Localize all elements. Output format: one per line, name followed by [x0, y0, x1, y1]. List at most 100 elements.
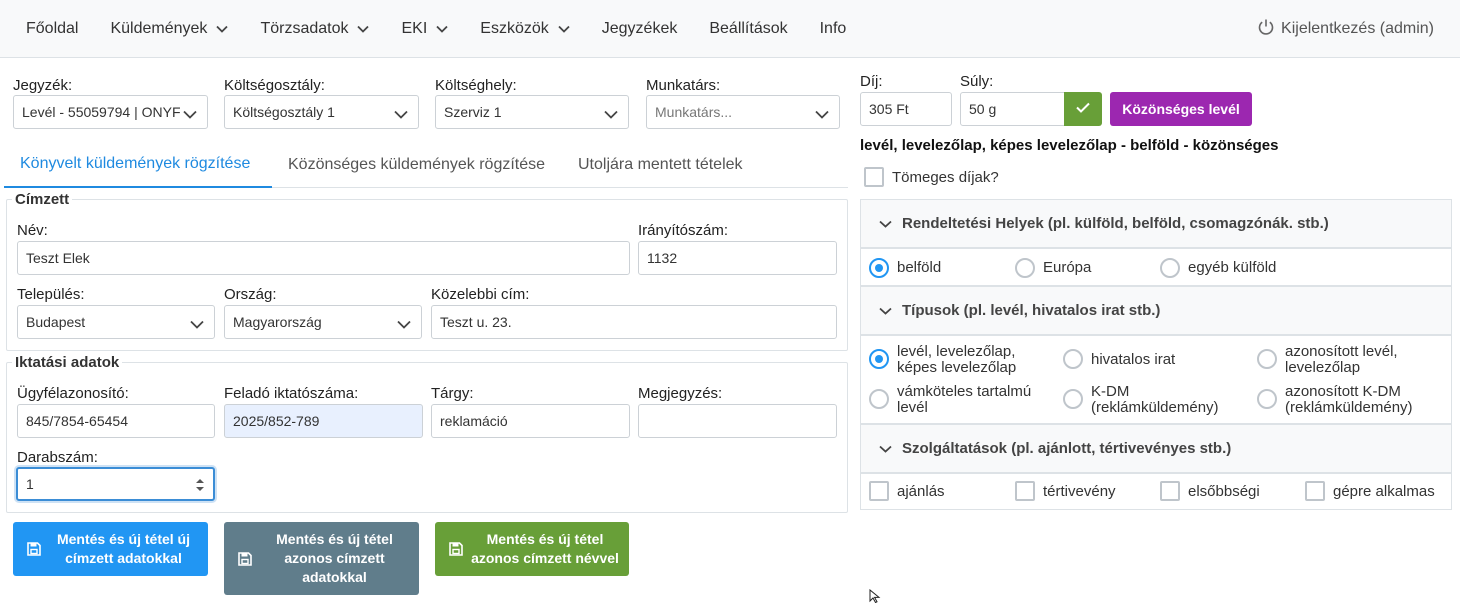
orszag-value: Magyarország [233, 314, 322, 330]
option-type-hivatalos: hivatalos irat [1091, 351, 1176, 368]
option-tertiveveny: tértivevény [1043, 483, 1116, 500]
koltseghely-label: Költséghely: [435, 77, 517, 94]
nav-eszkozok[interactable]: Eszközök [464, 0, 585, 58]
orszag-select[interactable]: Magyarország [224, 305, 422, 339]
radio-type-level[interactable] [869, 349, 889, 369]
services-header[interactable]: Szolgáltatások (pl. ajánlott, tértivevén… [860, 424, 1452, 473]
chevron-down-icon [394, 106, 408, 122]
type-button[interactable]: Közönséges levél [1110, 92, 1252, 126]
spinner-arrows-icon[interactable] [195, 477, 205, 496]
koltsegosztaly-value: Költségosztály 1 [233, 104, 335, 120]
chevron-down-icon [216, 20, 229, 38]
nav-label: Info [819, 19, 847, 37]
chevron-down-icon [397, 316, 411, 332]
types-title: Típusok (pl. levél, hivatalos irat stb.) [902, 302, 1161, 319]
radio-type-kdm[interactable] [1063, 389, 1083, 409]
radio-type-azonositott-kdm[interactable] [1257, 389, 1277, 409]
save-new-recipient-label: Mentés és új tétel új címzett adatokkal [56, 531, 191, 566]
nav-kuldemenyek[interactable]: Küldemények [94, 0, 244, 58]
koltseghely-value: Szerviz 1 [444, 104, 502, 120]
radio-type-hivatalos[interactable] [1063, 349, 1083, 369]
nev-label: Név: [17, 222, 48, 239]
logout-link[interactable]: Kijelentkezés (admin) [1257, 0, 1434, 58]
darabszam-label: Darabszám: [17, 449, 98, 466]
confirm-weight-button[interactable] [1064, 92, 1102, 126]
bulk-label: Tömeges díjak? [892, 169, 999, 186]
radio-egyeb-kulfold[interactable] [1160, 258, 1180, 278]
dij-input[interactable]: 305 Ft [860, 92, 952, 126]
iranyitoszam-input[interactable]: 1132 [638, 241, 837, 275]
megjegyzes-label: Megjegyzés: [638, 385, 723, 402]
option-type-kdm: K-DM (reklámküldemény) [1091, 384, 1219, 416]
ugyfelazonosito-input[interactable]: 845/7854-65454 [17, 404, 215, 438]
nev-input[interactable]: Teszt Elek [17, 241, 630, 275]
jegyzek-label: Jegyzék: [13, 77, 73, 94]
radio-type-vamkoteles[interactable] [869, 389, 889, 409]
iranyitoszam-label: Irányítószám: [638, 222, 729, 239]
checkbox-tertiveveny[interactable] [1015, 481, 1035, 501]
kozelebbi-cim-label: Közelebbi cím: [431, 286, 530, 303]
tab-konyvelt[interactable]: Könyvelt küldemények rögzítése [4, 142, 272, 188]
nav-label: Jegyzékek [601, 19, 678, 37]
option-belfold: belföld [897, 259, 942, 276]
option-line: azonosított K-DM [1285, 383, 1401, 400]
radio-type-azonositott[interactable] [1257, 349, 1277, 369]
koltseghely-select[interactable]: Szerviz 1 [435, 95, 629, 129]
save-new-recipient-button[interactable]: Mentés és új tétel új címzett adatokkal [13, 522, 208, 576]
option-line: levél [897, 399, 928, 416]
bulk-checkbox[interactable] [864, 167, 884, 187]
jegyzek-value: Levél - 55059794 | ONYF [22, 104, 181, 120]
ugyfelazonosito-label: Ügyfélazonosító: [17, 385, 129, 402]
radio-europa[interactable] [1015, 258, 1035, 278]
darabszam-stepper[interactable]: 1 [16, 467, 215, 501]
munkatars-select[interactable]: Munkatárs... [646, 95, 840, 129]
nav-torzsadatok[interactable]: Törzsadatok [244, 0, 385, 58]
felado-iktatoszam-input[interactable]: 2025/852-789 [224, 404, 423, 438]
nav-fooldal[interactable]: Főoldal [0, 0, 94, 58]
option-type-level: levél, levelezőlap, képes levelezőlap [897, 344, 1016, 376]
nav-label: Eszközök [480, 19, 549, 37]
koltsegosztaly-select[interactable]: Költségosztály 1 [224, 95, 419, 129]
cimzett-legend: Címzett [12, 191, 73, 208]
orszag-label: Ország: [224, 286, 277, 303]
tab-kozonseges[interactable]: Közönséges küldemények rögzítése [272, 142, 561, 188]
tab-utoljara[interactable]: Utoljára mentett tételek [562, 142, 759, 188]
checkmark-icon [1076, 100, 1090, 118]
targy-label: Tárgy: [431, 385, 474, 402]
chevron-down-icon [879, 215, 892, 232]
nav-beallitasok[interactable]: Beállítások [693, 0, 803, 58]
munkatars-label: Munkatárs: [646, 77, 721, 94]
checkbox-elsobbsegi[interactable] [1160, 481, 1180, 501]
option-line: képes levelezőlap [897, 359, 1017, 376]
chevron-down-icon [879, 440, 892, 457]
option-type-vamkoteles: vámköteles tartalmú levél [897, 384, 1031, 416]
suly-label: Súly: [960, 73, 994, 90]
destinations-header[interactable]: Rendeltetési Helyek (pl. külföld, belföl… [860, 199, 1452, 248]
option-line: levél, levelezőlap, [897, 343, 1016, 360]
option-line: K-DM [1091, 383, 1130, 400]
option-type-azonositott: azonosított levél, levelezőlap [1285, 344, 1398, 376]
checkbox-ajanlas[interactable] [869, 481, 889, 501]
megjegyzes-input[interactable] [638, 404, 837, 438]
telepules-select[interactable]: Budapest [17, 305, 215, 339]
radio-belfold[interactable] [869, 258, 889, 278]
save-same-name-button[interactable]: Mentés és új tétel azonos címzett névvel [435, 522, 629, 576]
suly-input[interactable]: 50 g [960, 92, 1065, 126]
save-same-recipient-button[interactable]: Mentés és új tétel azonos címzett adatok… [224, 522, 419, 595]
targy-input[interactable]: reklamáció [431, 404, 630, 438]
logout-label: Kijelentkezés (admin) [1281, 20, 1434, 37]
nav-label: Törzsadatok [260, 19, 349, 37]
nav-info[interactable]: Info [804, 0, 863, 58]
option-line: (reklámküldemény) [1285, 399, 1413, 416]
kozelebbi-cim-input[interactable]: Teszt u. 23. [431, 305, 837, 339]
top-navbar: Főoldal Küldemények Törzsadatok EKI Eszk… [0, 0, 1460, 58]
option-ajanlas: ajánlás [897, 483, 945, 500]
option-gepre-alkalmas: gépre alkalmas [1333, 483, 1435, 500]
nav-jegyzekek[interactable]: Jegyzékek [586, 0, 694, 58]
telepules-label: Település: [17, 286, 85, 303]
chevron-down-icon [190, 316, 204, 332]
nav-eki[interactable]: EKI [385, 0, 464, 58]
checkbox-gepre-alkalmas[interactable] [1305, 481, 1325, 501]
types-header[interactable]: Típusok (pl. levél, hivatalos irat stb.) [860, 286, 1452, 335]
jegyzek-select[interactable]: Levél - 55059794 | ONYF [13, 95, 208, 129]
